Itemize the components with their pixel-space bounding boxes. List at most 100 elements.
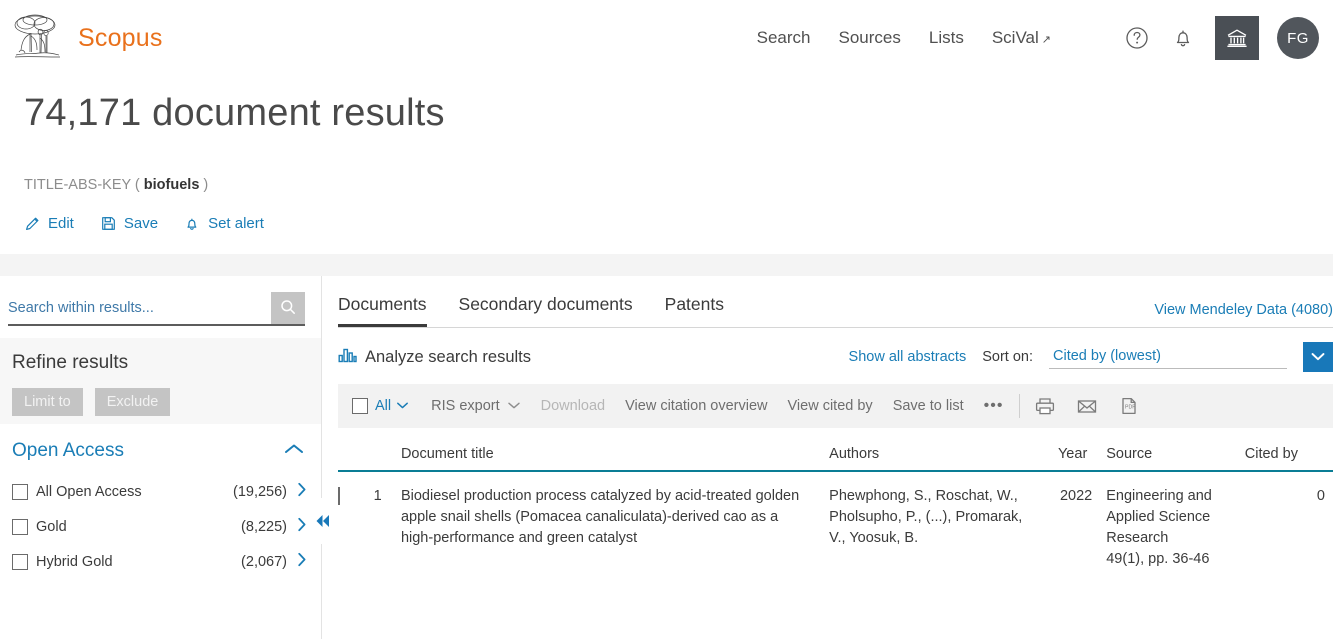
edit-label: Edit: [48, 215, 74, 232]
facet-open-access-header[interactable]: Open Access: [12, 424, 309, 474]
chevron-down-icon[interactable]: [396, 397, 409, 415]
brand[interactable]: Scopus: [10, 12, 163, 64]
ris-export-button[interactable]: RIS export: [431, 398, 521, 414]
more-actions-button[interactable]: •••: [984, 397, 1004, 415]
floppy-disk-icon: [100, 215, 117, 232]
nav-item-scival[interactable]: SciVal ↗: [992, 28, 1051, 48]
chevron-right-icon[interactable]: [297, 482, 307, 501]
query-prefix: TITLE-ABS-KEY (: [24, 177, 140, 193]
ris-export-label: RIS export: [431, 398, 500, 414]
email-icon[interactable]: [1076, 396, 1098, 416]
save-to-list-button[interactable]: Save to list: [893, 398, 964, 414]
view-cited-by-button[interactable]: View cited by: [788, 398, 873, 414]
brand-name: Scopus: [78, 23, 163, 52]
header-cited-by: Cited by: [1244, 428, 1333, 472]
facet-item-label: All Open Access: [36, 483, 142, 500]
facet-checkbox[interactable]: [12, 518, 28, 535]
tab-documents[interactable]: Documents: [338, 294, 427, 327]
site-header: Scopus Search Sources Lists SciVal ↗ FG: [0, 0, 1333, 76]
facet-item-all-open-access[interactable]: All Open Access (19,256): [12, 474, 309, 509]
search-within-submit-button[interactable]: [271, 292, 305, 324]
nav-item-search[interactable]: Search: [757, 28, 811, 48]
section-divider: [0, 254, 1333, 276]
chevron-right-icon[interactable]: [297, 552, 307, 571]
chevron-up-icon[interactable]: [283, 442, 305, 461]
facet-item-gold[interactable]: Gold (8,225): [12, 509, 309, 544]
facet-item-hybrid-gold[interactable]: Hybrid Gold (2,067): [12, 544, 309, 579]
save-query-button[interactable]: Save: [100, 215, 158, 232]
query-term: biofuels: [143, 177, 200, 193]
row-authors[interactable]: Phewphong, S., Roschat, W., Pholsupho, P…: [829, 471, 1058, 570]
row-checkbox[interactable]: [338, 487, 340, 505]
avatar[interactable]: FG: [1277, 17, 1319, 59]
facet-item-label: Hybrid Gold: [36, 553, 113, 570]
download-button: Download: [540, 398, 606, 414]
help-icon[interactable]: [1123, 24, 1151, 52]
row-document-title[interactable]: Biodiesel production process catalyzed b…: [401, 471, 829, 570]
select-all-checkbox[interactable]: [352, 398, 368, 414]
row-year: 2022: [1059, 488, 1093, 504]
facet-open-access: Open Access All Open Access (19,256) Gol…: [0, 424, 321, 579]
sort-dropdown-button[interactable]: [1303, 342, 1333, 372]
results-summary: 74,171 document results TITLE-ABS-KEY ( …: [0, 76, 1333, 232]
chevron-down-icon: [507, 398, 521, 414]
notifications-bell-icon[interactable]: [1169, 24, 1197, 52]
toolbar-divider: [1019, 394, 1021, 418]
row-source[interactable]: Engineering and Applied Science Research…: [1106, 471, 1245, 570]
view-mendeley-data-link[interactable]: View Mendeley Data (4080): [1154, 302, 1333, 327]
header-year: Year: [1057, 428, 1107, 472]
header-checkbox-col: [338, 428, 374, 472]
view-citation-overview-button[interactable]: View citation overview: [625, 398, 767, 414]
row-index: 1: [373, 488, 382, 504]
sort-select[interactable]: Cited by (lowest): [1049, 346, 1287, 369]
tab-patents[interactable]: Patents: [665, 294, 724, 327]
select-all-control[interactable]: All: [352, 397, 409, 415]
analyze-label: Analyze search results: [365, 347, 531, 366]
external-link-icon: ↗: [1041, 34, 1051, 46]
nav-label: Lists: [928, 28, 964, 47]
facet-checkbox[interactable]: [12, 483, 28, 500]
nav-label: Sources: [838, 28, 901, 47]
set-alert-label: Set alert: [208, 215, 264, 232]
pencil-icon: [24, 215, 41, 232]
chevron-down-icon: [1310, 350, 1326, 365]
limit-to-button[interactable]: Limit to: [12, 388, 83, 416]
content-columns: Refine results Limit to Exclude Open Acc…: [0, 276, 1333, 639]
nav-item-sources[interactable]: Sources: [839, 28, 901, 48]
sort-controls: Show all abstracts Sort on: Cited by (lo…: [849, 342, 1333, 372]
bulk-actions-toolbar: All RIS export Download View citation ov…: [338, 384, 1333, 428]
set-alert-button[interactable]: Set alert: [184, 215, 264, 232]
chevron-right-icon[interactable]: [297, 517, 307, 536]
save-label: Save: [123, 215, 159, 232]
results-table: Document title Authors Year Source Cited…: [338, 428, 1333, 570]
sort-on-label: Sort on:: [982, 349, 1033, 365]
pdf-icon[interactable]: PDF: [1118, 396, 1140, 416]
facet-title: Open Access: [12, 440, 124, 461]
refine-results-title: Refine results: [12, 352, 129, 373]
tab-secondary-documents[interactable]: Secondary documents: [459, 294, 633, 327]
row-source-detail: 49(1), pp. 36-46: [1106, 551, 1210, 568]
refine-sidebar: Refine results Limit to Exclude Open Acc…: [0, 276, 335, 639]
institution-icon[interactable]: [1215, 16, 1259, 60]
nav-item-lists[interactable]: Lists: [929, 28, 964, 48]
analyze-search-results-button[interactable]: Analyze search results: [338, 347, 531, 368]
table-header-row: Document title Authors Year Source Cited…: [338, 428, 1333, 472]
header-icon-group: FG: [1123, 16, 1319, 60]
search-within-input[interactable]: [8, 292, 271, 324]
facet-item-count: (2,067): [241, 553, 287, 570]
print-icon[interactable]: [1034, 396, 1056, 416]
exclude-button[interactable]: Exclude: [94, 388, 171, 416]
facet-checkbox[interactable]: [12, 553, 28, 570]
main-navigation: Search Sources Lists SciVal ↗ FG: [757, 16, 1319, 60]
show-all-abstracts-link[interactable]: Show all abstracts: [849, 349, 967, 365]
results-tabs: Documents Secondary documents Patents Vi…: [338, 276, 1333, 328]
row-cited-by[interactable]: 0: [1245, 471, 1333, 570]
query-actions: Edit Save Set alert: [24, 215, 1309, 232]
collapse-sidebar-handle[interactable]: [307, 498, 335, 544]
page-title: 74,171 document results: [24, 92, 445, 134]
nav-label: SciVal: [991, 28, 1039, 47]
query-suffix: ): [203, 177, 209, 193]
header-number-col: [373, 428, 401, 472]
header-source: Source: [1106, 428, 1245, 472]
edit-query-button[interactable]: Edit: [24, 215, 74, 232]
